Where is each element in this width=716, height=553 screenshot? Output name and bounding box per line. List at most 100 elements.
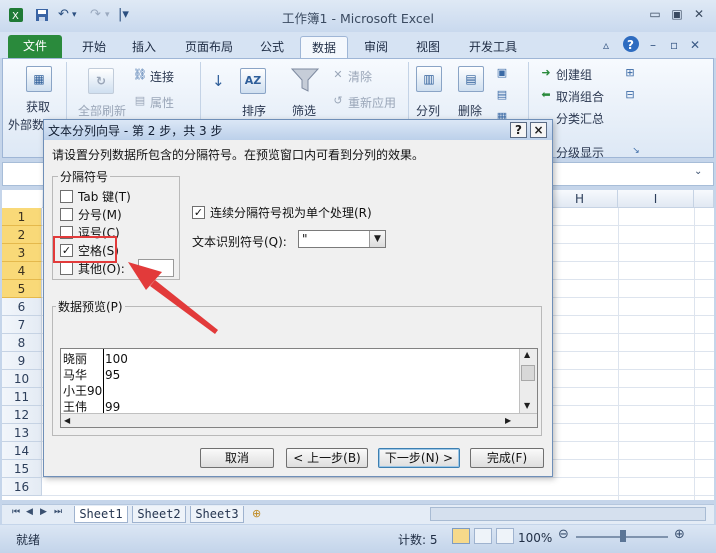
close-icon[interactable]: ✕ (690, 6, 708, 22)
next-sheet-icon[interactable]: ▶ (40, 507, 47, 517)
horizontal-scrollbar[interactable] (430, 507, 706, 521)
dialog-launcher-icon[interactable]: ↘ (628, 144, 644, 158)
row-header[interactable]: 14 (2, 442, 42, 460)
clear-button[interactable]: 清除 (348, 68, 372, 85)
row-header[interactable]: 8 (2, 334, 42, 352)
sort-icon[interactable]: AZ (240, 68, 266, 94)
chevron-down-icon[interactable]: ▼ (369, 231, 385, 247)
consecutive-checkbox-label[interactable]: 连续分隔符号视为单个处理(R) (210, 204, 372, 221)
last-sheet-icon[interactable]: ⏭ (54, 507, 62, 517)
finish-button[interactable]: 完成(F) (470, 448, 544, 468)
sheet-tab-1[interactable]: Sheet1 (74, 506, 128, 523)
column-break-line[interactable] (103, 349, 104, 413)
show-detail-icon[interactable]: ⊞ (622, 66, 638, 80)
get-data-label[interactable]: 获取 (26, 98, 50, 115)
preview-horizontal-scrollbar[interactable]: ◀ ▶ (61, 413, 537, 427)
remove-duplicates-button[interactable]: 删除 (458, 102, 482, 119)
remove-duplicates-icon[interactable]: ▤ (458, 66, 484, 92)
reapply-icon[interactable]: ↺ (330, 94, 346, 108)
consolidate-icon[interactable]: ▤ (494, 88, 510, 102)
sheet-tab-2[interactable]: Sheet2 (132, 506, 186, 523)
help-icon[interactable]: ? (622, 35, 640, 56)
scroll-thumb[interactable] (521, 365, 535, 381)
row-header[interactable]: 15 (2, 460, 42, 478)
row-header[interactable]: 13 (2, 424, 42, 442)
row-header[interactable]: 3 (2, 244, 42, 262)
zoom-in-icon[interactable]: ⊕ (674, 527, 685, 542)
row-header[interactable]: 1 (2, 208, 42, 226)
column-header-h[interactable]: H (542, 190, 618, 208)
tab-developer[interactable]: 开发工具 (460, 36, 526, 58)
semicolon-checkbox[interactable] (60, 208, 73, 221)
row-header[interactable]: 2 (2, 226, 42, 244)
back-button[interactable]: < 上一步(B) (286, 448, 368, 468)
column-header[interactable] (694, 190, 714, 208)
filter-icon[interactable] (290, 66, 320, 97)
tab-insert[interactable]: 插入 (122, 36, 166, 58)
row-header[interactable]: 10 (2, 370, 42, 388)
row-header[interactable]: 4 (2, 262, 42, 280)
first-sheet-icon[interactable]: ⏮ (12, 507, 20, 517)
next-button[interactable]: 下一步(N) > (378, 448, 460, 468)
tab-formulas[interactable]: 公式 (250, 36, 294, 58)
scroll-up-icon[interactable]: ▲ (524, 350, 530, 359)
scroll-right-icon[interactable]: ▶ (505, 416, 511, 425)
zoom-level[interactable]: 100% (518, 531, 552, 545)
tab-home[interactable]: 开始 (72, 36, 116, 58)
other-checkbox[interactable] (60, 262, 73, 275)
wb-minimize-icon[interactable]: – (650, 38, 656, 52)
properties-icon[interactable]: ▤ (132, 94, 148, 108)
row-header[interactable]: 16 (2, 478, 42, 496)
group-button[interactable]: 创建组 (556, 66, 592, 83)
data-preview[interactable]: 晓丽 100 马华 95 小王90 王伟 99 ▲ ▼ ◀ ▶ (60, 348, 538, 428)
tab-page-layout[interactable]: 页面布局 (176, 36, 242, 58)
sort-button[interactable]: 排序 (242, 102, 266, 119)
row-header[interactable]: 9 (2, 352, 42, 370)
zoom-out-icon[interactable]: ⊖ (558, 527, 569, 542)
text-to-columns-button[interactable]: 分列 (416, 102, 440, 119)
connections-button[interactable]: 连接 (150, 68, 174, 85)
row-header[interactable]: 12 (2, 406, 42, 424)
preview-vertical-scrollbar[interactable]: ▲ ▼ (519, 349, 537, 413)
semicolon-checkbox-label[interactable]: 分号(M) (78, 206, 122, 223)
clear-icon[interactable]: ✕ (330, 68, 346, 82)
collapse-ribbon-icon[interactable]: ▵ (603, 38, 609, 52)
normal-view-icon[interactable] (452, 528, 470, 544)
ungroup-button[interactable]: 取消组合 (556, 88, 604, 105)
ungroup-icon[interactable]: ⬅ (538, 88, 554, 102)
prev-sheet-icon[interactable]: ◀ (26, 507, 33, 517)
row-header[interactable]: 11 (2, 388, 42, 406)
scroll-left-icon[interactable]: ◀ (64, 416, 70, 425)
connections-icon[interactable]: ⛓ (132, 68, 148, 82)
zoom-slider-thumb[interactable] (620, 530, 626, 542)
row-header[interactable]: 7 (2, 316, 42, 334)
text-to-columns-icon[interactable]: ▥ (416, 66, 442, 92)
qualifier-select[interactable]: " ▼ (298, 230, 386, 248)
subtotal-button[interactable]: 分类汇总 (556, 110, 604, 127)
cancel-button[interactable]: 取消 (200, 448, 274, 468)
sheet-tab-3[interactable]: Sheet3 (190, 506, 244, 523)
minimize-icon[interactable]: ▭ (646, 6, 664, 22)
row-header[interactable]: 6 (2, 298, 42, 316)
tab-data[interactable]: 数据 (300, 36, 348, 58)
tab-checkbox-label[interactable]: Tab 键(T) (78, 188, 131, 205)
wb-close-icon[interactable]: ✕ (690, 38, 700, 52)
sort-asc-icon[interactable]: ↓ (212, 72, 225, 90)
tab-file[interactable]: 文件 (8, 35, 62, 58)
group-icon[interactable]: ➜ (538, 66, 554, 80)
row-header[interactable]: 5 (2, 280, 42, 298)
dialog-close-button[interactable]: × (530, 122, 547, 138)
dialog-help-button[interactable]: ? (510, 122, 527, 138)
scroll-down-icon[interactable]: ▼ (524, 401, 530, 410)
reapply-button[interactable]: 重新应用 (348, 94, 396, 111)
consecutive-checkbox[interactable]: ✓ (192, 206, 205, 219)
tab-review[interactable]: 审阅 (354, 36, 398, 58)
insert-sheet-icon[interactable]: ⊕ (252, 507, 261, 520)
get-external-data-icon[interactable]: ▦ (26, 66, 52, 92)
tab-checkbox[interactable] (60, 190, 73, 203)
tab-view[interactable]: 视图 (406, 36, 450, 58)
page-break-view-icon[interactable] (496, 528, 514, 544)
column-header-i[interactable]: I (618, 190, 694, 208)
hide-detail-icon[interactable]: ⊟ (622, 88, 638, 102)
properties-button[interactable]: 属性 (150, 94, 174, 111)
